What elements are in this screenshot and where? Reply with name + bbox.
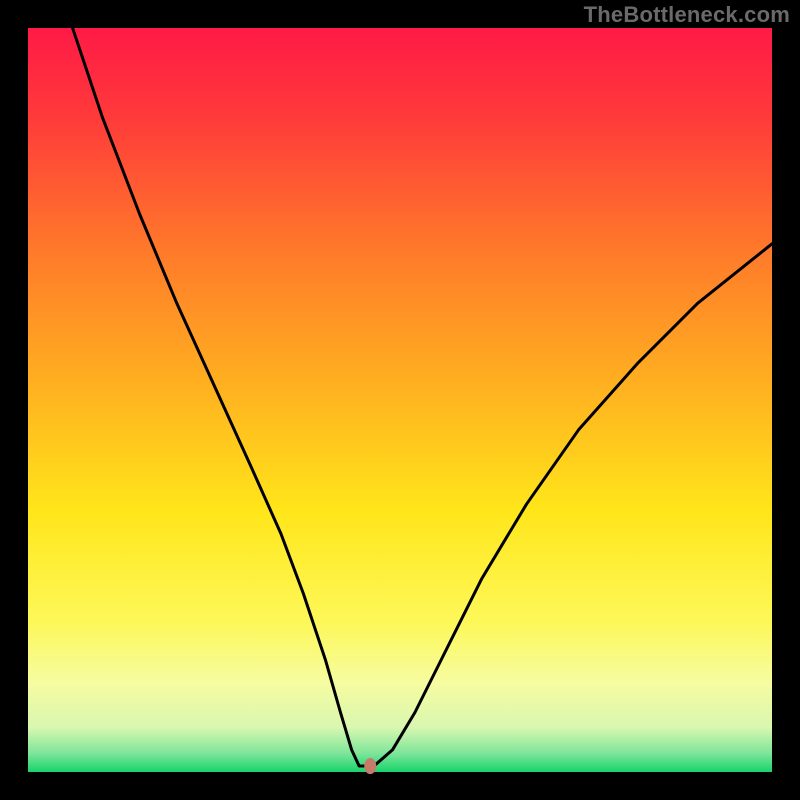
bottleneck-chart [0,0,800,800]
plot-background [28,28,772,772]
chart-frame: TheBottleneck.com [0,0,800,800]
optimal-point-marker [364,758,376,774]
